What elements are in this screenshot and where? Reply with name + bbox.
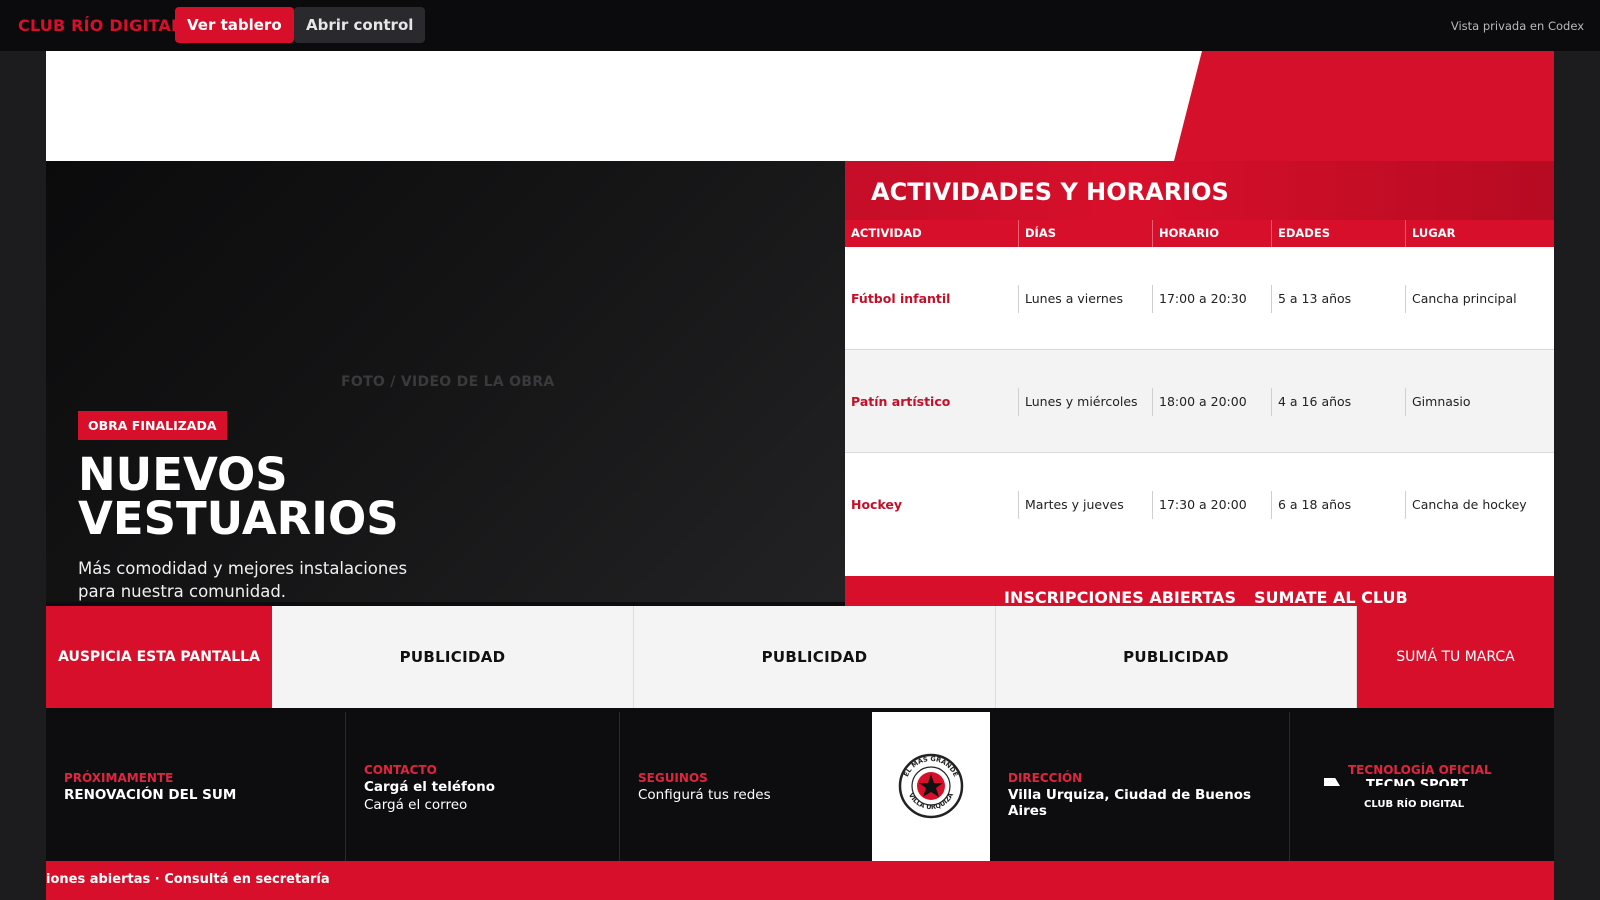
add-brand-label: SUMÁ TU MARCA <box>1396 649 1515 665</box>
activity-place: Cancha principal <box>1405 285 1554 313</box>
activity-ages: 6 a 18 años <box>1271 491 1405 519</box>
tech-partner-name: TECNO SPORT <box>1366 778 1468 786</box>
address-label: DIRECCIÓN <box>1008 771 1083 785</box>
coming-soon-label: PRÓXIMAMENTE <box>64 771 174 785</box>
join-club-text: SUMATE AL CLUB <box>1254 588 1408 607</box>
hero-title: NUEVOS VESTUARIOS <box>78 448 399 545</box>
hero-subtitle: Más comodidad y mejores instalaciones pa… <box>78 559 408 601</box>
activity-days: Martes y jueves <box>1018 491 1152 519</box>
tech-partner-name-clip: TECNO SPORT <box>1360 778 1500 786</box>
activity-days: Lunes a viernes <box>1018 285 1152 313</box>
ad-slot: PUBLICIDAD <box>634 606 996 708</box>
column-header: ACTIVIDAD <box>851 226 922 240</box>
address-block: DIRECCIÓN Villa Urquiza, Ciudad de Bueno… <box>990 712 1290 861</box>
activity-ages: 5 a 13 años <box>1271 285 1405 313</box>
tech-logo-icon <box>1324 778 1340 786</box>
news-ticker: iones abiertas · Consultá en secretaría <box>46 861 1554 900</box>
header-red-wedge <box>1174 51 1554 161</box>
activity-days: Lunes y miércoles <box>1018 388 1152 416</box>
contact-block: CONTACTO Cargá el teléfono Cargá el corr… <box>346 712 620 861</box>
status-badge: OBRA FINALIZADA <box>78 411 227 440</box>
coming-soon-value: RENOVACIÓN DEL SUM <box>64 787 237 803</box>
activity-time: 17:30 a 20:00 <box>1152 491 1271 519</box>
club-crest: EL MÁS GRANDE VILLA URQUIZA <box>872 712 990 861</box>
activity-time: 17:00 a 20:30 <box>1152 285 1271 313</box>
column-header: EDADES <box>1271 220 1405 247</box>
view-board-button[interactable]: Ver tablero <box>175 7 294 43</box>
ad-slot: PUBLICIDAD <box>996 606 1357 708</box>
private-view-note: Vista privada en Codex <box>1450 19 1584 33</box>
column-header: LUGAR <box>1405 220 1554 247</box>
contact-phone: Cargá el teléfono <box>364 779 496 795</box>
social-value: Configurá tus redes <box>638 787 771 803</box>
signage-screen: FOTO / VIDEO DE LA OBRA OBRA FINALIZADA … <box>46 51 1554 900</box>
social-block: SEGUINOS Configurá tus redes <box>620 712 872 861</box>
ads-strip: AUSPICIA ESTA PANTALLA PUBLICIDAD PUBLIC… <box>46 606 1554 708</box>
add-brand-cta: SUMÁ TU MARCA <box>1357 606 1554 708</box>
address-value: Villa Urquiza, Ciudad de Buenos Aires <box>1008 787 1251 819</box>
column-header: DÍAS <box>1018 220 1152 247</box>
open-control-button[interactable]: Abrir control <box>294 7 426 43</box>
contact-email: Cargá el correo <box>364 797 468 813</box>
activity-name: Fútbol infantil <box>851 291 951 306</box>
club-crest-emblem: EL MÁS GRANDE VILLA URQUIZA <box>898 753 964 819</box>
activity-ages: 4 a 16 años <box>1271 388 1405 416</box>
sponsor-cta: AUSPICIA ESTA PANTALLA <box>46 606 272 708</box>
table-row: Patín artístico Lunes y miércoles 18:00 … <box>845 350 1554 453</box>
coming-soon-block: PRÓXIMAMENTE RENOVACIÓN DEL SUM <box>46 712 346 861</box>
schedule-header: ACTIVIDADES Y HORARIOS <box>845 161 1554 220</box>
activity-name: Patín artístico <box>851 394 951 409</box>
tech-partner-label: TECNOLOGÍA OFICIAL <box>1348 763 1492 777</box>
brand-name: CLUB RÍO DIGITAL <box>18 16 182 35</box>
sponsor-label: AUSPICIA ESTA PANTALLA <box>58 649 260 665</box>
table-row: Hockey Martes y jueves 17:30 a 20:00 6 a… <box>845 453 1554 556</box>
enrollment-open-text: INSCRIPCIONES ABIERTAS <box>1004 588 1236 607</box>
info-footer: PRÓXIMAMENTE RENOVACIÓN DEL SUM CONTACTO… <box>46 712 1554 861</box>
schedule-columns: ACTIVIDAD DÍAS HORARIO EDADES LUGAR <box>845 220 1554 247</box>
activity-place: Cancha de hockey <box>1405 491 1554 519</box>
table-row: Fútbol infantil Lunes a viernes 17:00 a … <box>845 247 1554 350</box>
tech-partner-block: TECNOLOGÍA OFICIAL TECNO SPORT CLUB RÍO … <box>1290 712 1554 861</box>
ad-slot-label: PUBLICIDAD <box>1123 648 1229 666</box>
activity-place: Gimnasio <box>1405 388 1554 416</box>
media-placeholder: FOTO / VIDEO DE LA OBRA <box>341 374 555 390</box>
ad-slot-label: PUBLICIDAD <box>399 648 506 666</box>
column-header: HORARIO <box>1152 220 1271 247</box>
contact-label: CONTACTO <box>364 763 437 777</box>
ad-slot: PUBLICIDAD <box>272 606 634 708</box>
ticker-text: iones abiertas · Consultá en secretaría <box>46 872 330 887</box>
activity-name: Hockey <box>851 497 903 512</box>
top-bar: CLUB RÍO DIGITAL Ver tablero Abrir contr… <box>0 0 1600 51</box>
schedule-panel: ACTIVIDADES Y HORARIOS ACTIVIDAD DÍAS HO… <box>845 161 1554 617</box>
social-label: SEGUINOS <box>638 771 708 785</box>
tech-partner-sub: CLUB RÍO DIGITAL <box>1364 799 1465 810</box>
activity-time: 18:00 a 20:00 <box>1152 388 1271 416</box>
schedule-title: ACTIVIDADES Y HORARIOS <box>871 178 1229 206</box>
hero-slide: FOTO / VIDEO DE LA OBRA OBRA FINALIZADA … <box>46 161 845 646</box>
ad-slot-label: PUBLICIDAD <box>761 648 868 666</box>
